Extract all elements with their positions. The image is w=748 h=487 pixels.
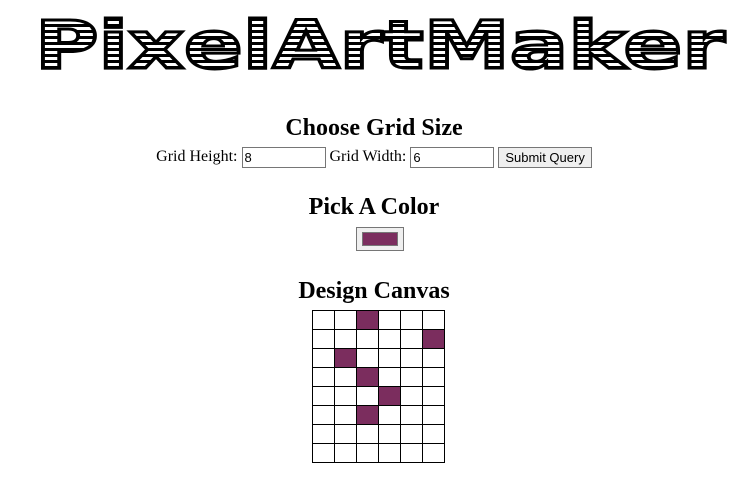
canvas-cell[interactable] <box>400 443 423 463</box>
canvas-row <box>312 348 445 368</box>
canvas-cell[interactable] <box>378 405 401 425</box>
design-canvas-heading: Design Canvas <box>298 278 450 304</box>
canvas-row <box>312 443 445 463</box>
canvas-cell[interactable] <box>312 405 335 425</box>
canvas-cell[interactable] <box>378 348 401 368</box>
grid-size-heading: Choose Grid Size <box>285 115 463 141</box>
canvas-cell[interactable] <box>400 367 423 387</box>
pixel-canvas <box>312 310 445 463</box>
canvas-cell[interactable] <box>422 424 445 444</box>
canvas-cell[interactable] <box>312 367 335 387</box>
canvas-cell[interactable] <box>356 424 379 444</box>
canvas-cell[interactable] <box>378 310 401 330</box>
canvas-cell[interactable] <box>422 348 445 368</box>
color-swatch <box>362 232 398 246</box>
canvas-cell[interactable] <box>400 348 423 368</box>
canvas-cell[interactable] <box>378 329 401 349</box>
logo-text: PixelArtMaker <box>35 12 726 74</box>
canvas-row <box>312 424 445 444</box>
canvas-cell[interactable] <box>312 310 335 330</box>
app-logo: PixelArtMaker <box>30 6 730 86</box>
canvas-cell[interactable] <box>422 386 445 406</box>
canvas-cell[interactable] <box>378 424 401 444</box>
canvas-cell[interactable] <box>334 367 357 387</box>
canvas-cell[interactable] <box>378 443 401 463</box>
canvas-cell[interactable] <box>400 310 423 330</box>
canvas-cell[interactable] <box>334 424 357 444</box>
grid-width-label: Grid Width: <box>329 148 407 166</box>
canvas-cell[interactable] <box>422 329 445 349</box>
canvas-cell[interactable] <box>400 405 423 425</box>
canvas-cell[interactable] <box>334 329 357 349</box>
pick-color-heading: Pick A Color <box>308 194 440 220</box>
canvas-cell[interactable] <box>334 310 357 330</box>
canvas-cell[interactable] <box>356 310 379 330</box>
canvas-row <box>312 405 445 425</box>
canvas-cell[interactable] <box>400 386 423 406</box>
grid-height-label: Grid Height: <box>156 148 238 166</box>
canvas-cell[interactable] <box>400 424 423 444</box>
canvas-cell[interactable] <box>312 386 335 406</box>
logo-graphic: PixelArtMaker <box>34 6 728 86</box>
canvas-cell[interactable] <box>312 348 335 368</box>
canvas-cell[interactable] <box>334 348 357 368</box>
canvas-cell[interactable] <box>378 367 401 387</box>
canvas-cell[interactable] <box>334 386 357 406</box>
canvas-cell[interactable] <box>422 443 445 463</box>
canvas-row <box>312 310 445 330</box>
grid-width-input[interactable] <box>410 147 495 168</box>
color-picker[interactable] <box>356 227 404 251</box>
canvas-cell[interactable] <box>356 405 379 425</box>
canvas-row <box>312 367 445 387</box>
canvas-row <box>312 329 445 349</box>
canvas-cell[interactable] <box>400 329 423 349</box>
canvas-cell[interactable] <box>334 443 357 463</box>
canvas-cell[interactable] <box>378 386 401 406</box>
canvas-cell[interactable] <box>422 310 445 330</box>
grid-height-input[interactable] <box>241 147 326 168</box>
canvas-cell[interactable] <box>312 443 335 463</box>
canvas-cell[interactable] <box>312 329 335 349</box>
canvas-cell[interactable] <box>356 443 379 463</box>
canvas-cell[interactable] <box>422 367 445 387</box>
canvas-cell[interactable] <box>356 329 379 349</box>
canvas-cell[interactable] <box>334 405 357 425</box>
canvas-row <box>312 386 445 406</box>
canvas-cell[interactable] <box>356 367 379 387</box>
canvas-cell[interactable] <box>356 348 379 368</box>
submit-button[interactable]: Submit Query <box>498 147 592 168</box>
canvas-cell[interactable] <box>356 386 379 406</box>
grid-size-form: Grid Height: Grid Width: Submit Query <box>0 147 748 168</box>
canvas-cell[interactable] <box>312 424 335 444</box>
canvas-cell[interactable] <box>422 405 445 425</box>
